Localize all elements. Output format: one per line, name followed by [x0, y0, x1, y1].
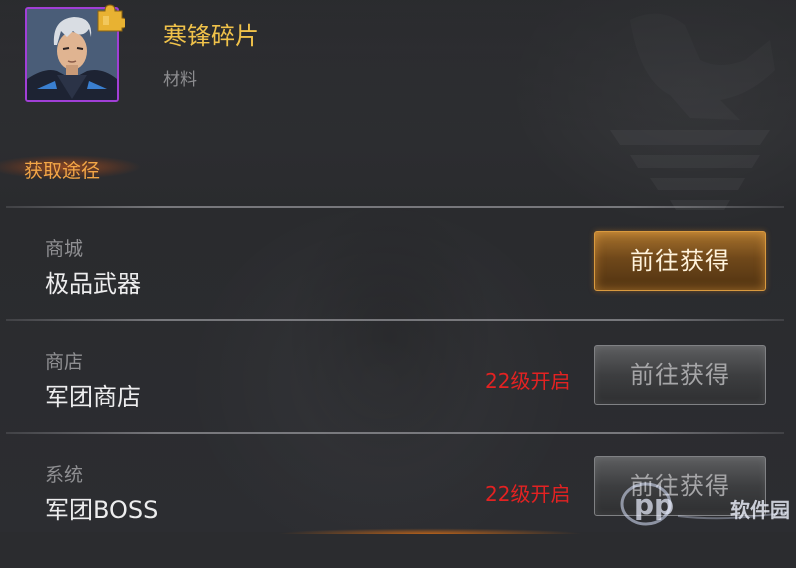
source-category: 系统: [45, 464, 84, 486]
watermark-text: 软件园: [730, 498, 790, 522]
item-header: 寒锋碎片 材料: [0, 0, 796, 130]
source-name: 极品武器: [45, 270, 141, 298]
puzzle-piece-icon: [97, 4, 125, 32]
level-lock-text: 22级开启: [485, 369, 571, 393]
source-category: 商店: [45, 351, 84, 373]
source-name: 军团BOSS: [45, 496, 159, 524]
item-type: 材料: [163, 70, 197, 90]
source-row-shop: 商店 军团商店 22级开启 前往获得: [0, 345, 796, 455]
source-category: 商城: [45, 238, 84, 260]
go-obtain-button[interactable]: 前往获得: [594, 345, 766, 405]
go-obtain-button[interactable]: 前往获得: [594, 231, 766, 291]
watermark: pp 软件园: [618, 472, 794, 530]
divider: [6, 206, 784, 208]
section-title: 获取途径: [24, 160, 101, 182]
level-lock-text: 22级开启: [485, 482, 571, 506]
source-row-mall: 商城 极品武器 前往获得: [0, 231, 796, 342]
svg-text:pp: pp: [634, 488, 674, 521]
source-name: 军团商店: [45, 383, 141, 411]
item-name: 寒锋碎片: [163, 22, 259, 50]
divider: [6, 319, 784, 321]
divider: [6, 432, 784, 434]
